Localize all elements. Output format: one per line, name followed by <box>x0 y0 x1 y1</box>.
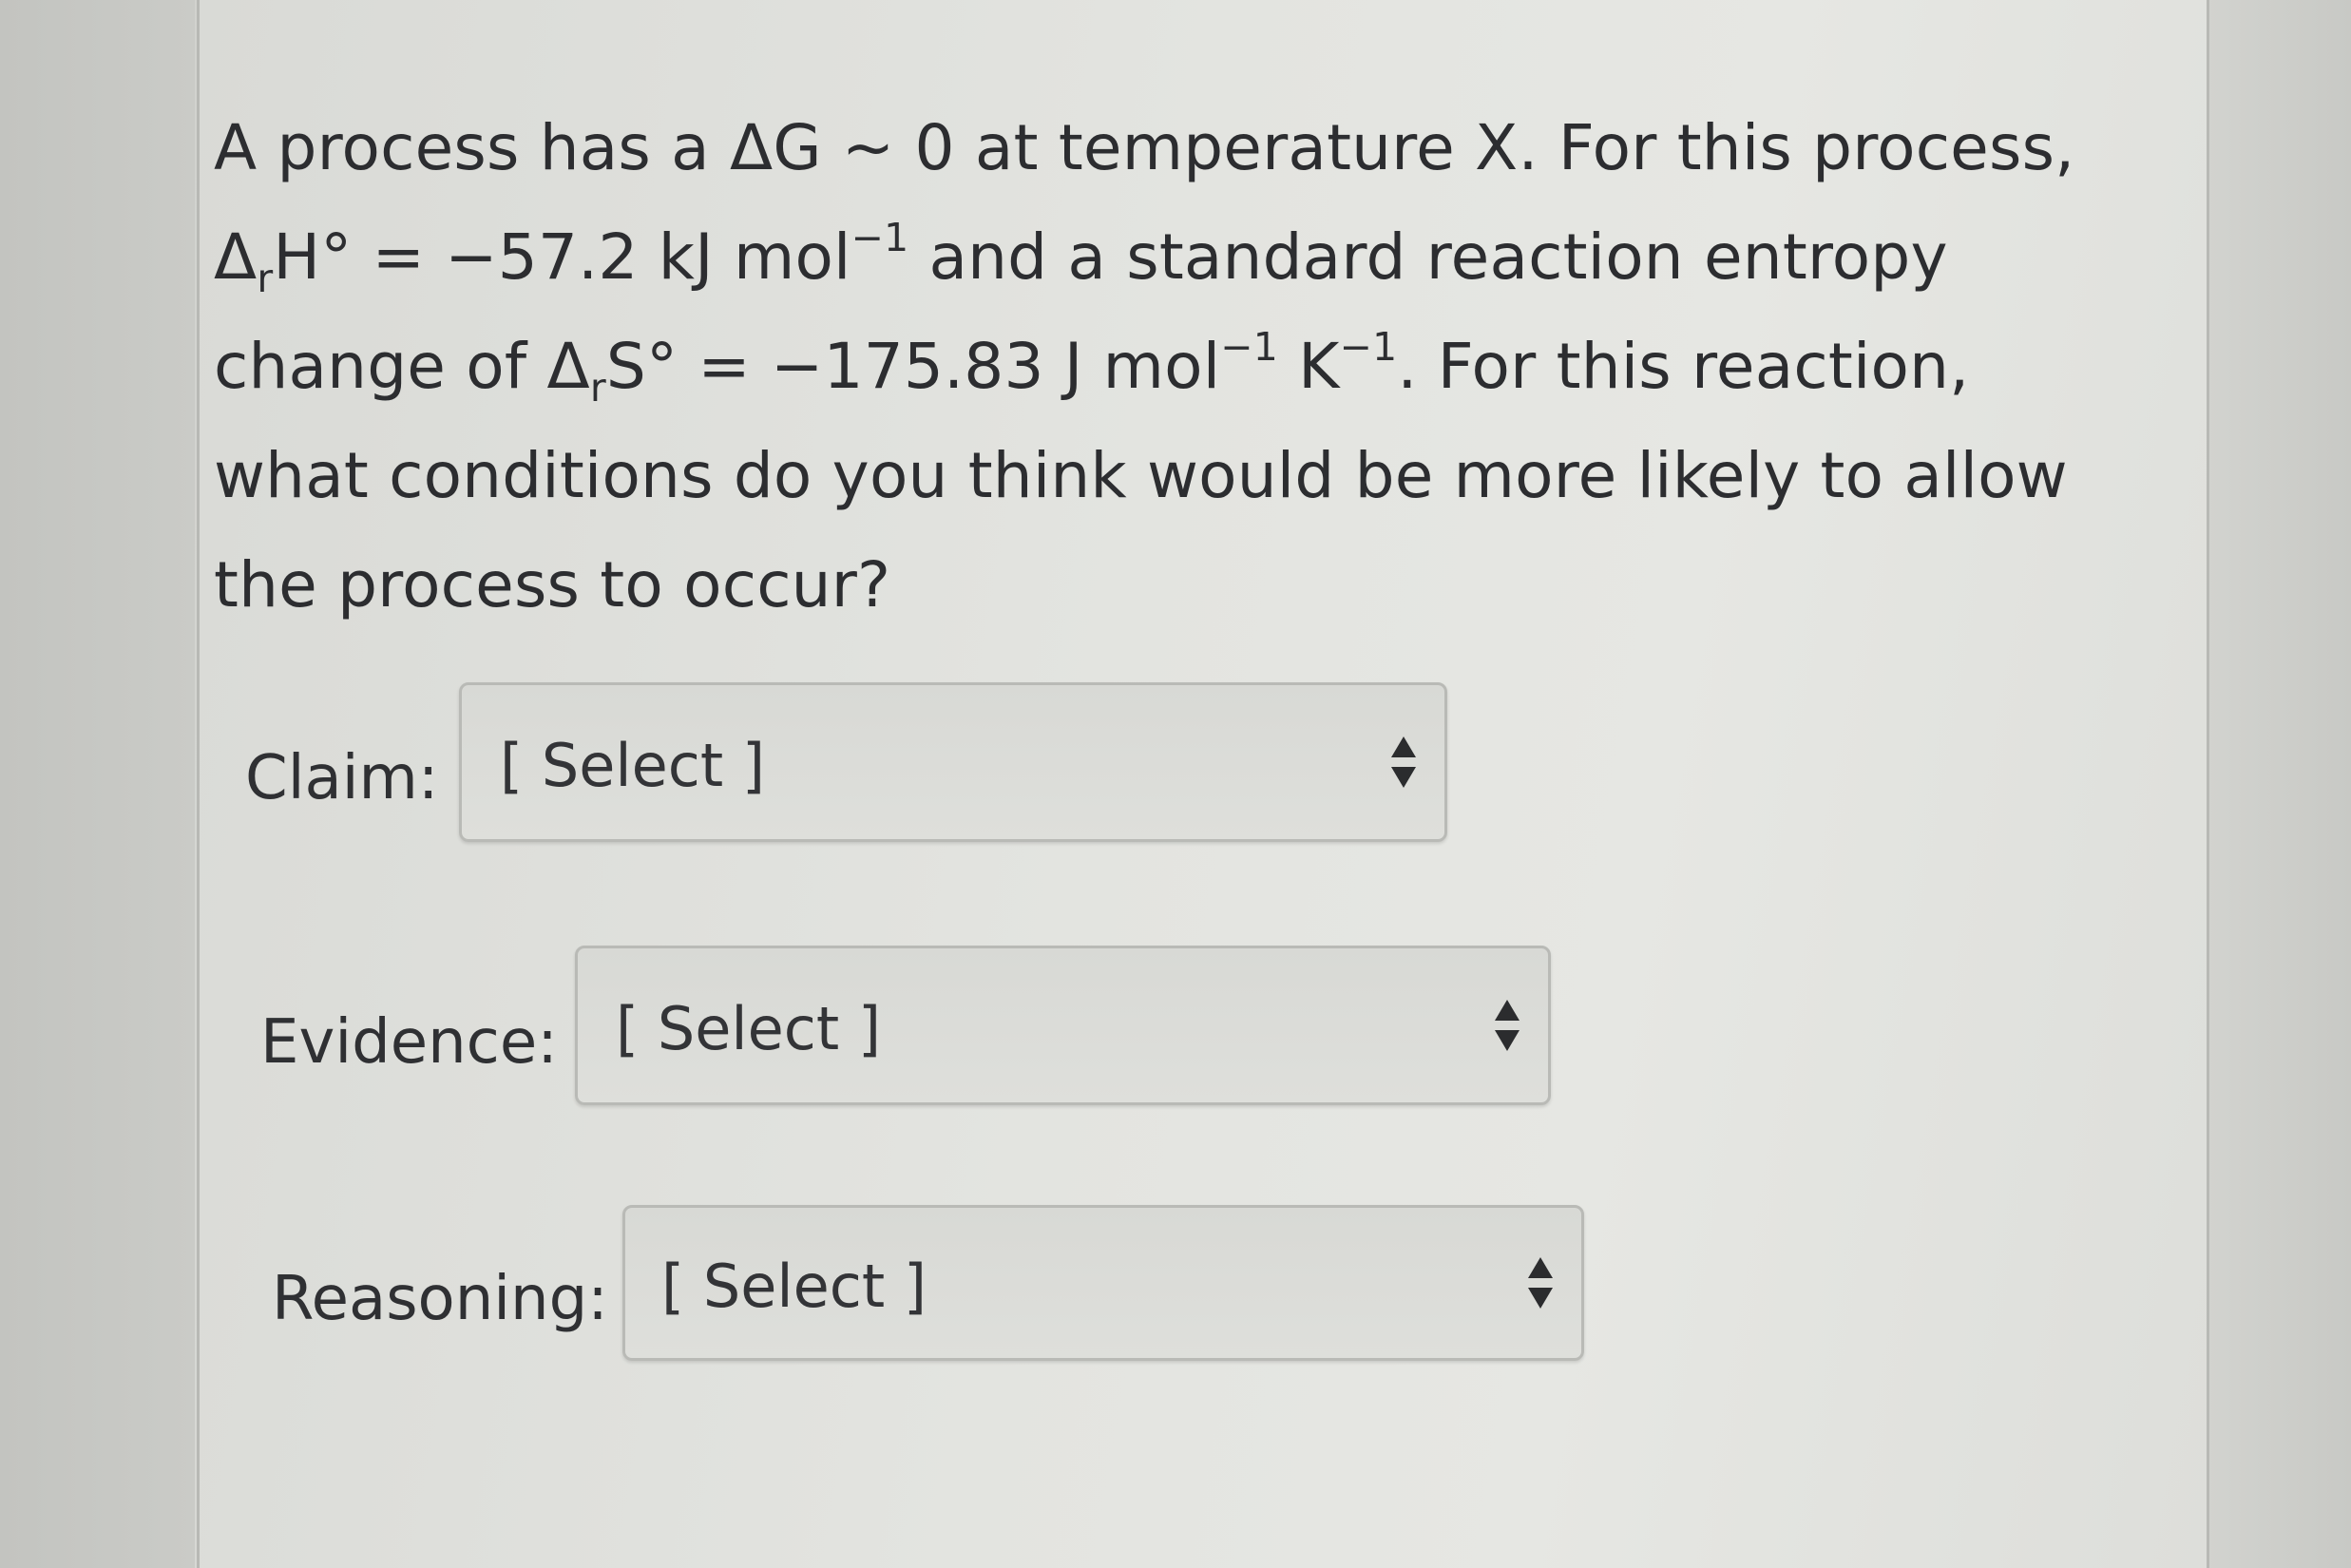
question-line-4: what conditions do you think would be mo… <box>214 439 2068 512</box>
exponent: −1 <box>851 214 909 260</box>
delta-symbol: Δ <box>214 220 258 294</box>
evidence-label: Evidence: <box>260 1007 558 1078</box>
up-down-chevron-icon <box>1391 736 1416 788</box>
claim-select[interactable]: [ Select ] <box>459 682 1447 842</box>
right-gutter <box>2207 0 2351 1568</box>
line-2-rest: and a standard reaction entropy <box>908 220 1948 294</box>
line-3-rest: . For this reaction, <box>1397 330 1970 403</box>
evidence-select-value: [ Select ] <box>616 994 882 1063</box>
left-gutter <box>0 0 195 1568</box>
line-3-prefix: change of Δ <box>214 330 590 403</box>
question-line-1: A process has a ΔG ~ 0 at temperature X.… <box>214 111 2075 184</box>
subscript-r: r <box>589 365 606 411</box>
subscript-r: r <box>257 256 274 302</box>
up-down-chevron-icon <box>1528 1257 1553 1309</box>
question-line-3: change of ΔrS° = −175.83 J mol−1 K−1. Fo… <box>214 312 2171 421</box>
evidence-select[interactable]: [ Select ] <box>575 946 1551 1105</box>
question-text: A process has a ΔG ~ 0 at temperature X.… <box>214 93 2171 640</box>
claim-label: Claim: <box>245 743 439 813</box>
up-down-chevron-icon <box>1495 1000 1520 1051</box>
kelvin-unit: K <box>1278 330 1340 403</box>
reasoning-select-value: [ Select ] <box>661 1252 927 1321</box>
entropy-value: S° = −175.83 J mol <box>605 330 1221 403</box>
exponent: −1 <box>1339 323 1398 370</box>
question-line-2: ΔrH° = −57.2 kJ mol−1 and a standard rea… <box>214 202 2171 312</box>
reasoning-label: Reasoning: <box>272 1264 608 1334</box>
enthalpy-value: H° = −57.2 kJ mol <box>273 220 851 294</box>
reasoning-select[interactable]: [ Select ] <box>622 1205 1584 1361</box>
question-line-5: the process to occur? <box>214 548 891 621</box>
exponent: −1 <box>1220 323 1278 370</box>
claim-select-value: [ Select ] <box>500 731 766 800</box>
